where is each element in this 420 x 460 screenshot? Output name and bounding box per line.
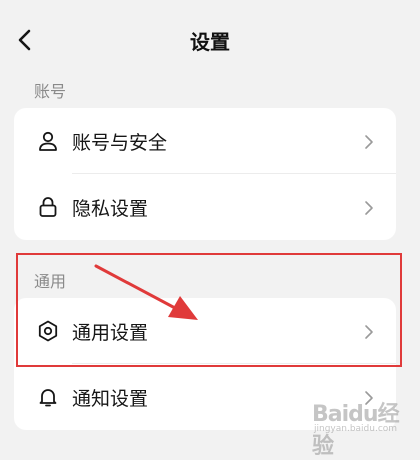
header: 设置 bbox=[0, 0, 420, 78]
settings-item-privacy[interactable]: 隐私设置 bbox=[14, 174, 396, 240]
settings-item-label: 通知设置 bbox=[72, 388, 149, 410]
user-icon bbox=[39, 131, 57, 151]
highlight-box bbox=[16, 253, 402, 367]
chevron-right-icon bbox=[365, 135, 373, 149]
page-title: 设置 bbox=[190, 30, 230, 54]
watermark: Baidu经验 jingyan.baidu.com bbox=[302, 394, 412, 459]
chevron-right-icon bbox=[365, 201, 373, 215]
settings-item-account-security[interactable]: 账号与安全 bbox=[14, 108, 396, 174]
settings-item-label: 账号与安全 bbox=[72, 132, 168, 154]
lock-icon bbox=[39, 197, 57, 217]
bell-icon bbox=[39, 389, 57, 407]
account-card: 账号与安全 隐私设置 bbox=[14, 108, 396, 240]
section-label-account: 账号 bbox=[34, 82, 67, 101]
settings-item-label: 隐私设置 bbox=[72, 198, 149, 220]
watermark-subtext: jingyan.baidu.com bbox=[314, 424, 398, 434]
